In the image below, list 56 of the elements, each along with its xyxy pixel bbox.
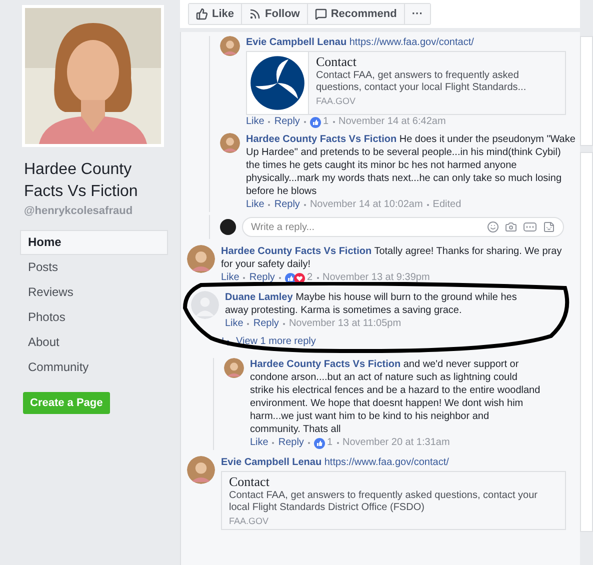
page-name: Hardee County Facts Vs Fiction	[24, 160, 139, 202]
nav-item[interactable]: Posts	[20, 254, 168, 280]
preview-domain: FAA.GOV	[229, 516, 270, 527]
comment-time: November 13 at 9:39pm	[322, 271, 430, 285]
nav-item[interactable]: Reviews	[20, 280, 168, 304]
comment-time: November 20 at 1:31am	[342, 436, 450, 450]
comment-text: Hardee County Facts Vs Fiction Totally agree! Thanks for sharing. We pray for your safety daily!	[221, 245, 563, 271]
avatar-icon	[220, 219, 236, 235]
like-link[interactable]: Like	[250, 436, 268, 450]
like-link[interactable]: Like	[221, 271, 240, 285]
link-preview[interactable]: Contact Contact FAA, get answers to frequently asked questions, contact your local Flight Standards... FAA.GOV	[246, 51, 566, 115]
nav-item[interactable]: Home	[20, 230, 168, 254]
camera-icon[interactable]	[505, 221, 517, 233]
nav-item[interactable]: About	[20, 330, 168, 354]
comment-time: November 13 at 11:05pm	[288, 317, 402, 331]
reaction-count: 2	[306, 271, 312, 285]
nav-item[interactable]: Community	[20, 354, 168, 380]
preview-description: Contact FAA, get answers to frequently asked questions, contact your local Flight Standards District Office (FSDO)	[229, 490, 539, 514]
view-more-replies-link[interactable]: View 1 more reply	[236, 334, 316, 349]
reply-link[interactable]: Reply	[278, 436, 304, 450]
reaction-count: 1	[322, 115, 328, 129]
comment-text: Hardee County Facts Vs Fiction He does it under the pseudonym "Wake Up Hardee" and pretends to be several people...in his mind(think Cybil) the times he gets caught its minor bc hes not harmed anyone physically...mark my words thats next...he can only take so much losing before he blows	[246, 133, 576, 198]
preview-title: Contact	[229, 474, 270, 490]
comment-text: Hardee County Facts Vs Fiction and we'd never support or condone arson....but an act of nature such as lightning could strike his electrical fences and be a hazard to the entire woodland environment. We hope that doesnt happen! We dont wish him harm...we just want him to be kind to his neighbor and community. Thats all	[250, 358, 542, 436]
edited-label: Edited	[432, 198, 462, 212]
reply-box[interactable]: Write a reply...	[242, 217, 564, 237]
preview-description: Contact FAA, get answers to frequently asked questions, contact your local Flight Standards...	[316, 70, 528, 94]
reply-field[interactable]: Write a reply...	[251, 220, 487, 234]
comment-time: November 14 at 6:42am	[338, 115, 446, 129]
comment-text: Evie Campbell Lenau https://www.faa.gov/contact/	[221, 456, 450, 469]
like-link[interactable]: Like	[246, 198, 264, 212]
follow-button[interactable]: Follow	[242, 4, 308, 24]
preview-title: Contact	[316, 54, 358, 70]
nav-item[interactable]: Photos	[20, 304, 168, 330]
emoji-icon[interactable]	[487, 221, 499, 233]
thumbs-up-icon	[196, 8, 208, 20]
gif-icon[interactable]	[523, 221, 537, 233]
more-button[interactable]: ···	[404, 4, 430, 24]
preview-domain: FAA.GOV	[316, 96, 357, 107]
reply-link[interactable]: Reply	[274, 115, 300, 129]
like-link[interactable]: Like	[246, 115, 264, 129]
speech-bubble-icon	[314, 8, 327, 20]
like-link[interactable]: Like	[225, 317, 244, 331]
comment-text: Duane Lamley Maybe his house will burn to the ground while hes away protesting. Karma is sometimes a saving grace.	[225, 291, 518, 317]
reply-link[interactable]: Reply	[249, 271, 275, 285]
page-handle: @henrykcolesafraud	[24, 204, 134, 219]
link-preview[interactable]: Contact Contact FAA, get answers to frequently asked questions, contact your local Flight Standards District Office (FSDO) FAA.GOV	[221, 471, 566, 530]
rss-icon	[249, 8, 262, 20]
recommend-button[interactable]: Recommend	[308, 4, 405, 24]
reply-link[interactable]: Reply	[274, 198, 300, 212]
comment-time: November 14 at 10:02am	[310, 198, 423, 212]
comment-text: Evie Campbell Lenau https://www.faa.gov/contact/	[246, 36, 475, 49]
sticker-icon[interactable]	[543, 221, 555, 233]
reaction-count: 1	[326, 436, 332, 450]
like-button[interactable]: Like	[189, 4, 242, 24]
reply-link[interactable]: Reply	[253, 317, 279, 331]
